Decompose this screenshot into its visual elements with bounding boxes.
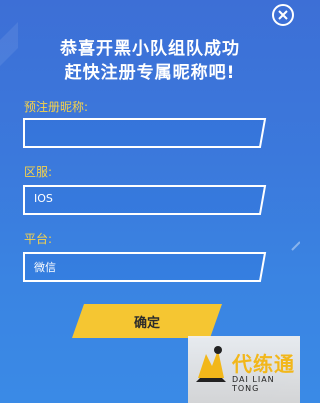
confirm-button-label: 确定 — [133, 316, 160, 331]
nickname-label: 预注册昵称: — [24, 100, 89, 114]
close-button[interactable] — [272, 4, 294, 26]
daliantong-logo-icon — [196, 346, 226, 382]
region-label: 区服: — [24, 165, 53, 179]
confirm-button[interactable]: 确定 — [72, 304, 222, 338]
dialog-title-line2: 赶快注册专属昵称吧! — [64, 63, 236, 83]
nickname-input[interactable] — [22, 117, 267, 149]
platform-value: 微信 — [34, 261, 56, 274]
platform-label: 平台: — [24, 232, 53, 246]
watermark: 代练通 DAI LIAN TONG — [188, 336, 300, 403]
close-icon — [278, 10, 288, 20]
region-value: IOS — [34, 192, 53, 205]
region-select[interactable]: IOS — [22, 184, 267, 216]
watermark-pinyin: DAI LIAN TONG — [232, 375, 275, 393]
dialog-title-line1: 恭喜开黑小队组队成功 — [60, 39, 240, 59]
watermark-name: 代练通 — [232, 352, 295, 376]
platform-select[interactable]: 微信 — [22, 251, 267, 283]
